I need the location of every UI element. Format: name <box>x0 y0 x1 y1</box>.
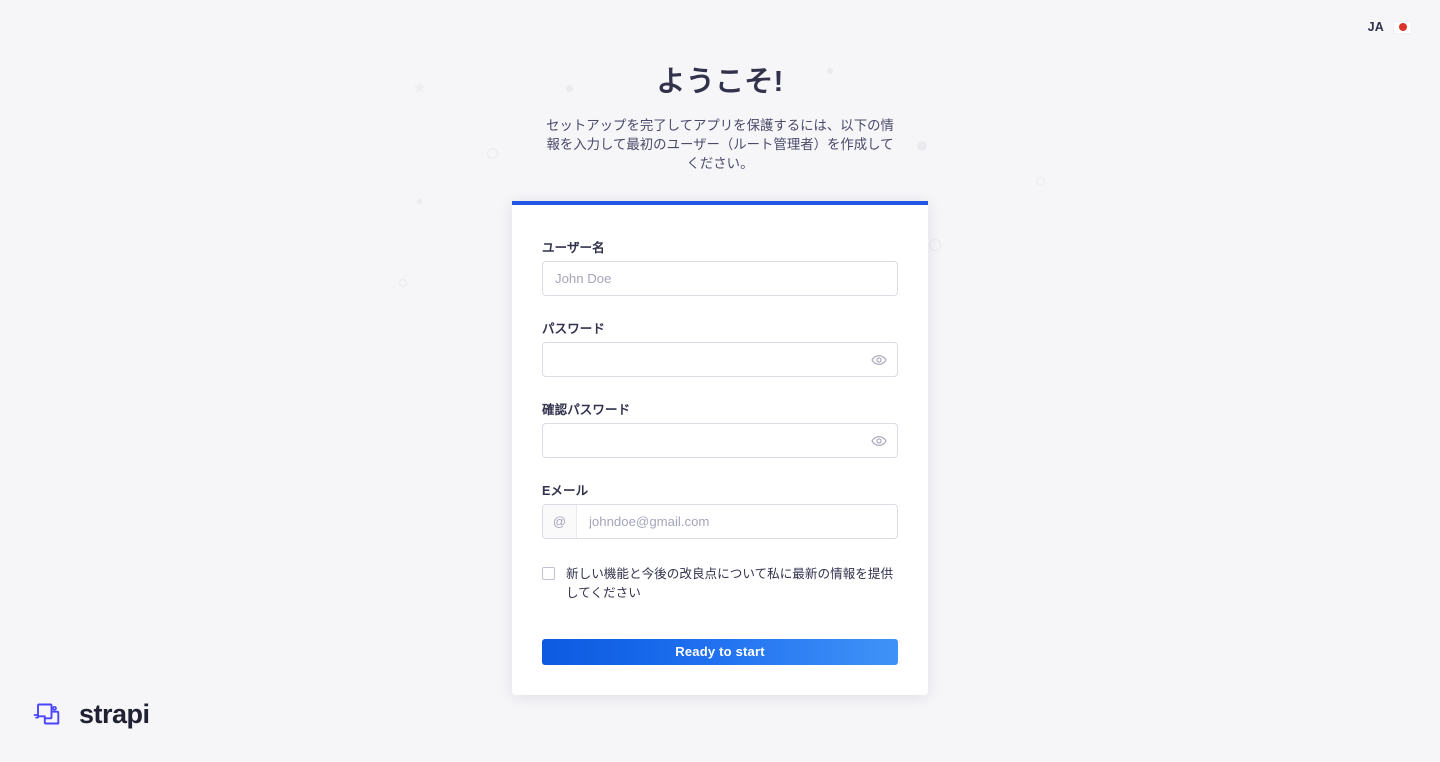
japan-flag-icon <box>1393 20 1412 34</box>
field-password: パスワード <box>542 318 898 378</box>
password-input-wrapper[interactable] <box>542 342 898 378</box>
field-username: ユーザー名 <box>542 237 898 297</box>
strapi-branding: strapi <box>28 694 150 734</box>
eye-icon <box>871 435 887 446</box>
page-title: ようこそ! <box>656 66 784 98</box>
registration-card: ユーザー名 パスワード 確認パスワード <box>512 201 928 695</box>
password-label: パスワード <box>542 322 606 337</box>
page-container: ようこそ! セットアップを完了してアプリを保護するには、以下の情報を入力して最初… <box>0 0 1440 762</box>
page-subtitle: セットアップを完了してアプリを保護するには、以下の情報を入力して最初のユーザー（… <box>546 118 894 172</box>
username-input-wrapper[interactable] <box>542 261 898 297</box>
email-input[interactable] <box>577 505 897 539</box>
strapi-wordmark: strapi <box>79 698 150 729</box>
eye-icon <box>871 354 887 365</box>
language-code-label: JA <box>1367 20 1384 34</box>
email-input-wrapper[interactable]: @ <box>542 504 898 540</box>
username-label: ユーザー名 <box>542 241 605 256</box>
newsletter-opt-in-row[interactable]: 新しい機能と今後の改良点について私に最新の情報を提供してください <box>542 565 898 603</box>
password-visibility-toggle[interactable] <box>861 343 897 376</box>
at-symbol-icon: @ <box>543 505 577 539</box>
username-input[interactable] <box>543 262 897 296</box>
email-label: Eメール <box>542 484 589 499</box>
language-switcher[interactable]: JA <box>1368 20 1412 34</box>
confirm-password-visibility-toggle[interactable] <box>861 424 897 457</box>
newsletter-checkbox[interactable] <box>542 567 555 581</box>
field-email: Eメール @ <box>542 480 898 540</box>
strapi-logo-icon <box>33 703 60 725</box>
confirm-password-label: 確認パスワード <box>542 403 631 418</box>
newsletter-label: 新しい機能と今後の改良点について私に最新の情報を提供してください <box>566 567 894 600</box>
field-confirm-password: 確認パスワード <box>542 399 898 459</box>
confirm-password-input[interactable] <box>543 424 861 458</box>
submit-button[interactable]: Ready to start <box>542 638 898 665</box>
confirm-password-input-wrapper[interactable] <box>542 423 898 459</box>
flag-sun-shape <box>1398 23 1407 31</box>
password-input[interactable] <box>543 343 861 377</box>
